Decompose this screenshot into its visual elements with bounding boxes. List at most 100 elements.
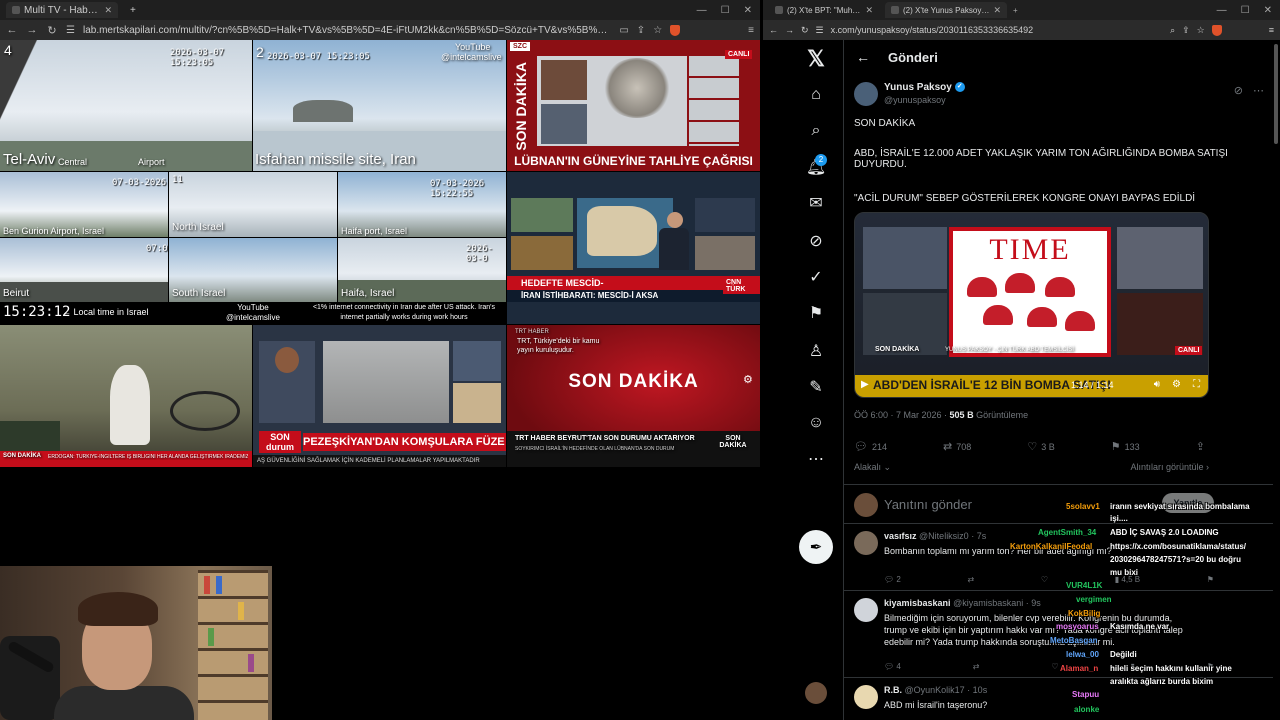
author-name-row[interactable]: Yunus Paksoy ✓ (884, 82, 965, 93)
close-tab-icon[interactable]: ✕ (993, 5, 1001, 16)
search-icon[interactable]: ⌕ (801, 116, 831, 146)
share-icon[interactable]: ⇪ (1182, 25, 1190, 36)
maximize-icon[interactable]: ☐ (1241, 5, 1250, 16)
profile-icon[interactable]: ☺ (801, 408, 831, 438)
like-button[interactable]: ♡ 3 B (1027, 440, 1054, 456)
bush (0, 421, 60, 451)
url-field[interactable]: lab.mertskapilari.com/multitv/?cn%5B%5D=… (83, 25, 611, 36)
home-icon[interactable]: ⌂ (801, 80, 831, 110)
reload-icon[interactable]: ↻ (46, 24, 58, 37)
feed-halk-tv[interactable]: PEZEŞKİYAN'DAN KOMŞULARA FÜZE ÖZRÜ SON d… (253, 325, 506, 467)
repost-count: 708 (956, 442, 972, 452)
share-icon[interactable]: ⇪ (637, 25, 645, 36)
reply-author[interactable]: vasıfsız @Niteliksiz0 · 7s (884, 531, 986, 541)
close-tab-icon[interactable]: ✕ (104, 5, 112, 16)
feed-isfahan[interactable]: 2 2026-03-07 15:23:05 YouTube @intelcams… (253, 40, 506, 171)
back-icon[interactable]: ← (6, 24, 18, 36)
menu-icon[interactable]: ≡ (1269, 25, 1274, 35)
back-icon[interactable]: ← (769, 25, 778, 35)
account-avatar[interactable] (805, 682, 827, 704)
feed-location: Tel-Aviv (3, 151, 56, 168)
close-window-icon[interactable]: ✕ (744, 5, 752, 16)
minimize-icon[interactable]: — (697, 5, 707, 16)
feed-south-israel[interactable]: South Israel (169, 238, 337, 302)
notifications-bell-icon[interactable]: 🔔︎ 2 (801, 152, 831, 182)
tab-multi-tv[interactable]: Multi TV - Haber kanallarını ayn ✕ (6, 2, 118, 18)
tab-bpt[interactable]: (2) X'te BPT: "Muhabir: "Rusya, İran'ı ✕ (769, 2, 879, 18)
relevant-dropdown[interactable]: Alakalı ⌄ (854, 462, 891, 472)
messages-icon[interactable]: ✉ (801, 188, 831, 218)
page-info-icon[interactable]: ☰ (66, 25, 75, 36)
feed-beirut[interactable]: 07:0 Beirut (0, 238, 168, 302)
post-video[interactable]: TIME SON DAKİKA YUNUS PAKSOY - ÇIN TÜRK … (854, 212, 1209, 398)
brave-shield-icon[interactable] (670, 24, 681, 36)
feed-haifa-port[interactable]: 07-03-2026 15:22:55 Haifa port, Israel (338, 172, 506, 237)
bookmark-button[interactable]: ⚑ 133 (1111, 440, 1140, 456)
settings-gear-icon[interactable]: ⚙ (743, 373, 753, 386)
reply-repost-button[interactable]: ⇄ (973, 662, 980, 674)
bookmarks-icon[interactable]: ⚑ (801, 298, 831, 328)
compose-post-button[interactable]: ✒ (799, 530, 833, 564)
fullscreen-icon[interactable]: ⛶ (1193, 379, 1200, 390)
bookmark-icon[interactable]: ☆ (1197, 25, 1205, 36)
new-tab-button[interactable]: + (1013, 6, 1018, 15)
reload-icon[interactable]: ↻ (801, 25, 809, 36)
play-icon[interactable]: ▶ (861, 379, 869, 390)
feed-haifa[interactable]: 2026-03-0 Haifa, Israel (338, 238, 506, 302)
grok-icon[interactable]: ⊘ (801, 226, 831, 256)
close-window-icon[interactable]: ✕ (1264, 5, 1272, 16)
view-quotes-link[interactable]: Alıntıları görüntüle › (1130, 462, 1209, 472)
premium-icon[interactable]: ♙ (801, 336, 831, 366)
minimize-icon[interactable]: — (1217, 5, 1227, 16)
brave-shield-icon[interactable] (1211, 24, 1222, 36)
reply-button[interactable]: 💬︎ 214 (854, 440, 887, 456)
more-options-icon[interactable]: ⋯ (1253, 84, 1264, 97)
author-avatar[interactable] (854, 82, 878, 106)
video-settings-icon[interactable]: ⚙ (1172, 379, 1181, 390)
reply-input[interactable]: Yanıtını gönder (884, 497, 972, 512)
x-logo-icon[interactable]: 𝕏 (801, 44, 831, 74)
close-tab-icon[interactable]: ✕ (865, 5, 873, 16)
back-arrow-icon[interactable]: ← (856, 49, 870, 65)
repost-button[interactable]: ⇄ 708 (943, 440, 971, 456)
feed-erdogan[interactable]: SON DAKİKA ERDOĞAN: TÜRKİYE-İNGİLTERE İŞ… (0, 325, 252, 467)
maximize-icon[interactable]: ☐ (721, 5, 730, 16)
feed-sublabel: Airport (138, 157, 165, 167)
feed-tel-aviv[interactable]: 4 2026-03-07 15:23:05 Tel-Aviv Central A… (0, 40, 252, 171)
author-handle[interactable]: @yunuspaksoy (884, 95, 946, 105)
forward-icon[interactable]: → (26, 24, 38, 36)
reply-avatar[interactable] (854, 531, 878, 555)
explosion-smoke (602, 58, 672, 118)
feed-ben-gurion[interactable]: 07-03-2026 Ben Gurion Airport, Israel (0, 172, 168, 237)
reply-avatar[interactable] (854, 598, 878, 622)
bookmark-icon[interactable]: ☆ (653, 25, 662, 36)
feed-north-israel[interactable]: 11 North Israel (169, 172, 337, 237)
tab-yunus-paksoy[interactable]: (2) X'te Yunus Paksoy: "SON DA... ✕ (885, 2, 1007, 18)
chat-username: lelwa_00 (1066, 650, 1099, 659)
share-button[interactable]: ⇪ (1196, 440, 1209, 456)
feed-sozcu-tv[interactable]: SON DAKİKA SZC CANLI LÜBNAN'IN GÜNEYİNE … (507, 40, 760, 171)
screenshot-icon[interactable]: ▭ (619, 25, 628, 36)
menu-icon[interactable]: ≡ (748, 25, 754, 36)
post-time[interactable]: ÖÖ 6:00 · 7 Mar 2026 · (854, 410, 950, 420)
feed-cnn-turk[interactable]: HEDEFTE MESCİD- İRAN İSTİHBARATI: MESCİD… (507, 172, 760, 324)
articles-icon[interactable]: ✎ (801, 372, 831, 402)
more-icon[interactable]: ⋯ (801, 444, 831, 474)
new-tab-button[interactable]: + (124, 2, 142, 18)
reply-reply-button[interactable]: 💬︎ 2 (884, 575, 901, 587)
reply-avatar[interactable] (854, 685, 878, 709)
feed-trt-haber[interactable]: TRT HABER TRT, Türkiye'deki bir kamu yay… (507, 325, 760, 467)
figure (110, 365, 150, 445)
reply-reply-button[interactable]: 💬︎ 4 (884, 662, 901, 674)
page-scrollbar[interactable] (1274, 44, 1278, 144)
volume-icon[interactable]: 🔊︎ (1154, 379, 1160, 390)
page-info-icon[interactable]: ☰ (816, 25, 824, 36)
grok-icon[interactable]: ⊘ (1234, 84, 1243, 97)
reply-repost-button[interactable]: ⇄ (968, 575, 975, 587)
reply-author[interactable]: R.B. @OyunKolik17 · 10s (884, 685, 987, 695)
zoom-icon[interactable]: ⌕ (1170, 25, 1175, 36)
chat-username: Stapuu (1072, 690, 1100, 699)
forward-icon[interactable]: → (785, 25, 794, 35)
communities-icon[interactable]: ✓ (801, 262, 831, 292)
url-field[interactable]: x.com/yunuspaksoy/status/203011635333663… (831, 25, 1163, 35)
